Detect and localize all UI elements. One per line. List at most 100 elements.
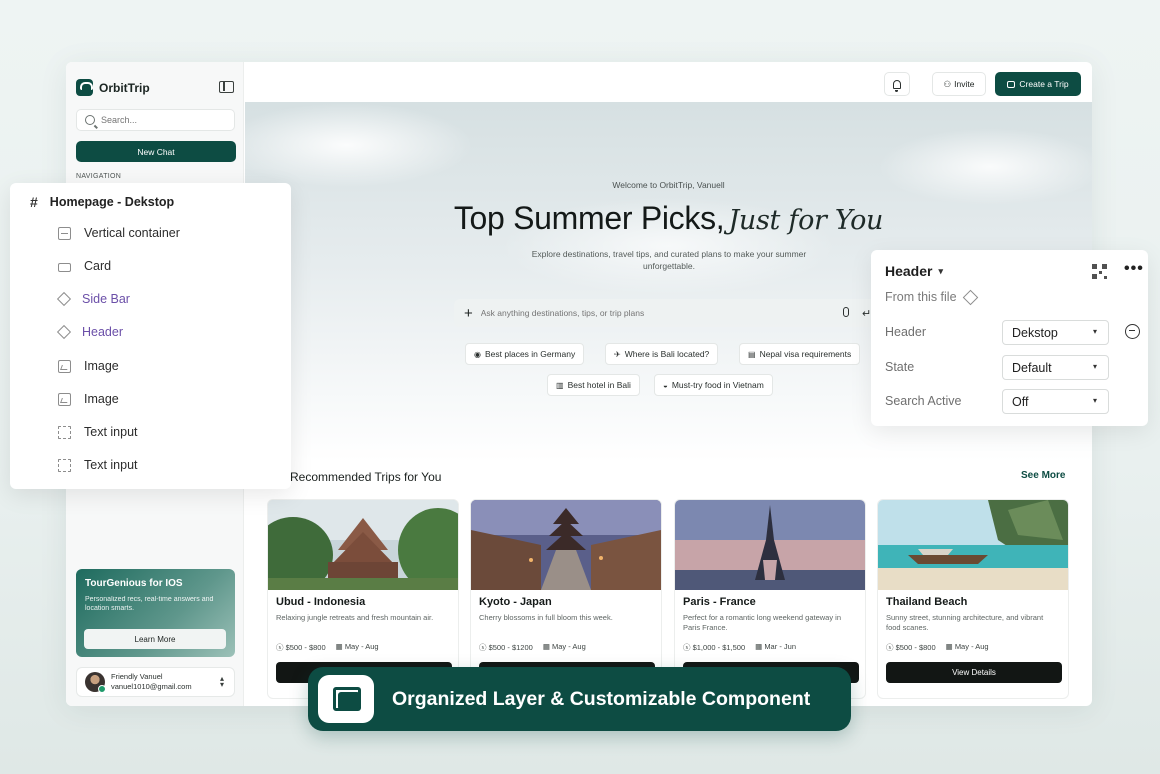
select-value: Off [1012, 394, 1029, 409]
component-title[interactable]: Header ▾ [885, 263, 943, 279]
learn-more-button[interactable]: Learn More [84, 629, 226, 649]
trip-dates: May - Aug [954, 642, 989, 651]
promo-card: TourGenious for IOS Personalized recs, r… [76, 569, 235, 657]
recommended-title: Recommended Trips for You [290, 470, 442, 484]
trip-price: $500 - $1200 [488, 643, 533, 652]
trip-card[interactable]: Thailand Beach Sunny street, stunning ar… [877, 499, 1069, 699]
calendar-icon: ▦ May - Aug [542, 642, 586, 651]
component-icon [56, 291, 72, 307]
notification-button[interactable] [884, 72, 910, 96]
create-trip-label: Create a Trip [1019, 79, 1069, 89]
invite-label: Invite [954, 79, 975, 89]
plane-icon: ✈ [614, 349, 621, 359]
layer-item[interactable]: Side Bar [56, 291, 130, 307]
bell-icon [893, 79, 901, 92]
chip-label: Best hotel in Bali [567, 380, 631, 390]
state-select[interactable]: Default ▾ [1002, 355, 1109, 380]
chip-label: Best places in Germany [484, 349, 576, 359]
building-icon: ▥ [556, 380, 564, 390]
trip-meta: ⓢ $500 - $1200 ▦ May - Aug [479, 642, 586, 653]
suggestion-chip[interactable]: ◒ Must-try food in Vietnam [654, 374, 773, 396]
suggestion-chip[interactable]: ▤ Nepal visa requirements [739, 343, 861, 365]
grid-icon[interactable] [1092, 264, 1107, 279]
text-input-icon [58, 458, 71, 472]
layer-label: Side Bar [82, 292, 130, 306]
suggestion-chip[interactable]: ▥ Best hotel in Bali [547, 374, 640, 396]
promo-description: Personalized recs, real-time answers and… [85, 596, 214, 612]
source-row: From this file [885, 289, 978, 305]
sidebar-search[interactable] [76, 109, 235, 131]
search-active-select[interactable]: Off ▾ [1002, 389, 1109, 414]
layer-frame[interactable]: # Homepage - Dekstop [30, 194, 174, 210]
ask-input[interactable] [480, 308, 821, 318]
price-icon: ⓢ $1,000 - $1,500 [683, 643, 746, 652]
plus-icon[interactable]: + [464, 306, 473, 321]
source-label: From this file [885, 290, 957, 304]
trip-description: Cherry blossoms in full bloom this week. [479, 613, 613, 622]
layer-item[interactable]: Text input [58, 425, 138, 439]
prop-label: Search Active [885, 394, 962, 408]
layer-item[interactable]: Image [58, 359, 119, 373]
kyoto-street-image [471, 500, 661, 590]
search-icon [85, 115, 95, 125]
hero-title-main: Top Summer Picks, [453, 200, 725, 236]
calendar-icon: ▦ May - Aug [945, 642, 989, 651]
thailand-beach-image [878, 500, 1068, 590]
price-icon: ⓢ $500 - $800 [886, 643, 936, 652]
new-chat-button[interactable]: New Chat [76, 141, 236, 162]
bowl-icon: ◒ [663, 380, 668, 390]
brand-name: OrbitTrip [99, 80, 150, 95]
welcome-text: Welcome to OrbitTrip, Vanuell [612, 180, 725, 190]
vertical-container-icon [58, 226, 71, 240]
trip-dates: May - Aug [551, 642, 586, 651]
trip-title: Thailand Beach [886, 596, 968, 608]
search-input[interactable] [101, 115, 221, 125]
view-details-button[interactable]: View Details [886, 662, 1062, 683]
sidebar-toggle-icon[interactable] [219, 81, 234, 93]
layer-label: Image [84, 359, 119, 373]
paris-eiffel-image [675, 500, 865, 590]
card-icon [58, 262, 71, 272]
chip-label: Nepal visa requirements [759, 349, 852, 359]
suggestion-chip[interactable]: ◉ Best places in Germany [465, 343, 585, 365]
text-input-icon [58, 425, 71, 439]
trip-description: Perfect for a romantic long weekend gate… [683, 613, 842, 632]
create-trip-button[interactable]: Create a Trip [995, 72, 1081, 96]
calendar-icon: ▦ May - Aug [335, 642, 379, 651]
ask-box[interactable]: + ↵ [454, 299, 894, 327]
layer-item[interactable]: Text input [58, 458, 138, 472]
more-options-icon[interactable]: ••• [1124, 260, 1144, 278]
brand[interactable]: OrbitTrip [76, 79, 150, 96]
chip-label: Must-try food in Vietnam [671, 380, 764, 390]
see-more-link[interactable]: See More [1021, 470, 1065, 481]
trip-meta: ⓢ $500 - $800 ▦ May - Aug [886, 642, 989, 653]
price-icon: ⓢ $500 - $1200 [479, 643, 533, 652]
trip-dates: May - Aug [344, 642, 379, 651]
user-name: Friendly Vanuel [111, 672, 163, 681]
user-card[interactable]: Friendly Vanuel vanuel1010@gmail.com ▴ ▾ [76, 667, 235, 697]
layer-item[interactable]: Image [58, 392, 119, 406]
layer-label: Vertical container [84, 226, 180, 240]
detach-instance-icon[interactable] [1125, 324, 1140, 339]
chevron-up-down-icon[interactable]: ▴ ▾ [220, 675, 224, 689]
prop-label: Header [885, 325, 926, 339]
layer-label: Header [82, 325, 123, 339]
layers-panel: # Homepage - Dekstop Vertical container … [10, 183, 291, 489]
feature-banner: Organized Layer & Customizable Component [308, 667, 851, 731]
microphone-icon[interactable] [843, 307, 849, 317]
trip-meta: ⓢ $500 - $800 ▦ May - Aug [276, 642, 379, 653]
suggestion-chip[interactable]: ✈ Where is Bali located? [605, 343, 719, 365]
layer-item[interactable]: Vertical container [58, 226, 180, 240]
chevron-down-icon: ▾ [1092, 362, 1097, 371]
select-value: Default [1012, 360, 1052, 375]
price-icon: ⓢ $500 - $800 [276, 643, 326, 652]
invite-button[interactable]: ⚇ Invite [932, 72, 986, 96]
layer-item[interactable]: Header [56, 324, 123, 340]
navigation-caption: NAVIGATION [76, 173, 122, 180]
header-variant-select[interactable]: Dekstop ▾ [1002, 320, 1109, 345]
trip-price: $1,000 - $1,500 [692, 643, 746, 652]
layer-item[interactable]: Card [58, 259, 111, 273]
enter-icon[interactable]: ↵ [862, 307, 871, 320]
trip-price: $500 - $800 [285, 643, 326, 652]
id-card-icon: ▤ [748, 349, 756, 359]
